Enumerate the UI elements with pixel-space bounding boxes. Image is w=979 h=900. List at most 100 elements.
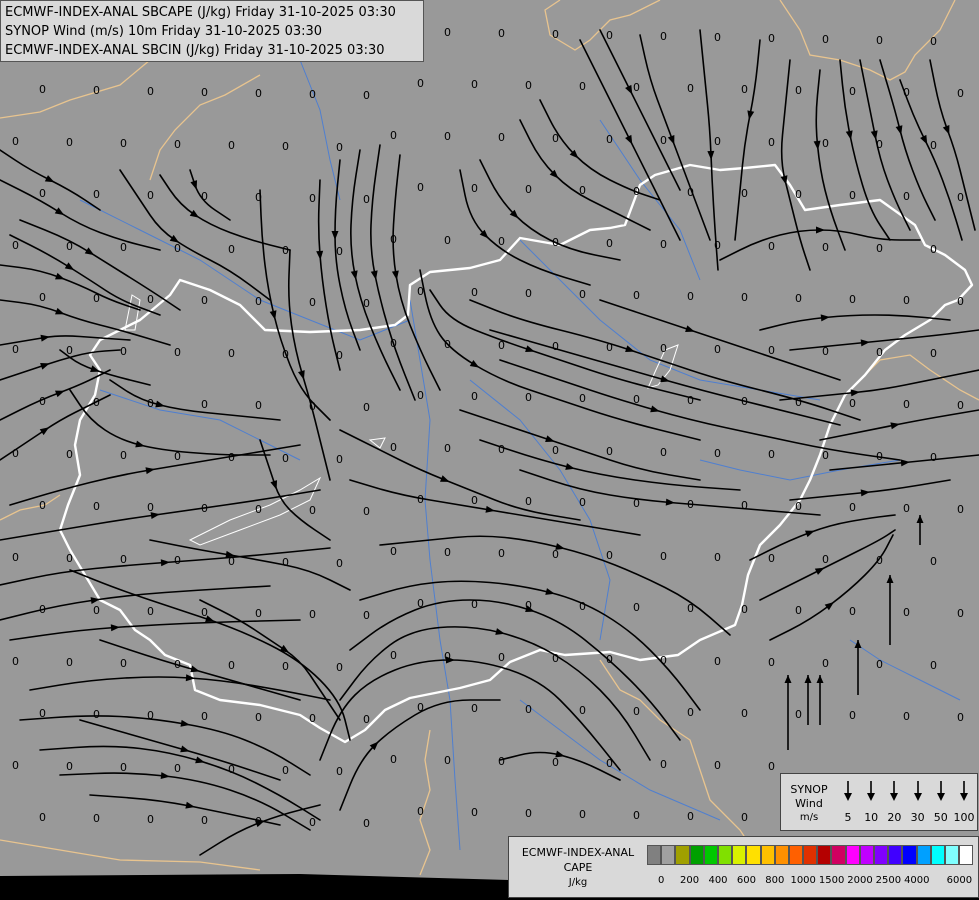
cin-value-label: 0 xyxy=(93,604,100,617)
cin-value-label: 0 xyxy=(579,808,586,821)
cin-value-label: 0 xyxy=(12,551,19,564)
cin-value-label: 0 xyxy=(876,450,883,463)
cin-value-label: 0 xyxy=(660,654,667,667)
cape-color-swatch xyxy=(874,845,889,865)
synop-legend-arrow-icon xyxy=(913,781,922,801)
cape-tick-label: 1500 xyxy=(818,875,845,886)
cin-value-label: 0 xyxy=(174,658,181,671)
cape-color-swatch xyxy=(675,845,690,865)
cin-value-label: 0 xyxy=(363,609,370,622)
cape-tick-label: 400 xyxy=(708,875,728,886)
cin-value-label: 0 xyxy=(201,294,208,307)
cin-value-label: 0 xyxy=(579,392,586,405)
cape-color-swatch xyxy=(888,845,903,865)
cin-value-label: 0 xyxy=(741,83,748,96)
cin-value-label: 0 xyxy=(444,754,451,767)
cin-value-label: 0 xyxy=(957,87,964,100)
cin-value-label: 0 xyxy=(471,598,478,611)
cin-value-label: 0 xyxy=(39,707,46,720)
cin-value-label: 0 xyxy=(390,441,397,454)
cin-value-label: 0 xyxy=(39,395,46,408)
cin-value-label: 0 xyxy=(390,649,397,662)
cin-value-label: 0 xyxy=(255,711,262,724)
cin-value-label: 0 xyxy=(174,242,181,255)
cin-value-label: 0 xyxy=(930,347,937,360)
cape-tick-label: 600 xyxy=(736,875,756,886)
cin-value-label: 0 xyxy=(471,286,478,299)
cin-value-label: 0 xyxy=(336,141,343,154)
cin-value-label: 0 xyxy=(741,395,748,408)
header-cin-title: ECMWF-INDEX-ANAL SBCIN (J/kg) Friday 31-… xyxy=(5,43,385,58)
cin-value-label: 0 xyxy=(768,552,775,565)
cin-value-label: 0 xyxy=(363,297,370,310)
cin-value-label: 0 xyxy=(309,504,316,517)
cin-value-label: 0 xyxy=(255,191,262,204)
cin-value-label: 0 xyxy=(120,241,127,254)
cin-value-label: 0 xyxy=(147,189,154,202)
cin-value-label: 0 xyxy=(687,186,694,199)
cin-value-label: 0 xyxy=(147,605,154,618)
cin-value-label: 0 xyxy=(363,713,370,726)
cin-value-label: 0 xyxy=(309,192,316,205)
cin-value-label: 0 xyxy=(174,138,181,151)
cin-value-label: 0 xyxy=(228,659,235,672)
synop-legend-speed: 10 xyxy=(864,811,879,824)
cin-value-label: 0 xyxy=(417,493,424,506)
cin-value-label: 0 xyxy=(552,28,559,41)
cin-value-label: 0 xyxy=(444,130,451,143)
cin-value-label: 0 xyxy=(336,557,343,570)
cin-value-label: 0 xyxy=(471,702,478,715)
cin-value-label: 0 xyxy=(849,709,856,722)
cin-value-label: 0 xyxy=(930,243,937,256)
cin-value-label: 0 xyxy=(282,556,289,569)
cape-color-legend: ECMWF-INDEX-ANAL CAPE J/kg 0 200 400 600 800… xyxy=(508,836,979,898)
cin-value-label: 0 xyxy=(579,600,586,613)
cin-value-label: 0 xyxy=(66,344,73,357)
cin-value-label: 0 xyxy=(822,553,829,566)
cin-value-label: 0 xyxy=(282,140,289,153)
synop-legend-arrow-icon xyxy=(936,781,945,801)
cin-value-label: 0 xyxy=(174,762,181,775)
synop-legend-item: 50 xyxy=(930,780,952,824)
cin-value-label: 0 xyxy=(525,807,532,820)
cin-value-label: 0 xyxy=(498,755,505,768)
cin-value-label: 0 xyxy=(390,753,397,766)
cin-value-label: 0 xyxy=(255,399,262,412)
cape-legend-unit: J/kg xyxy=(568,877,588,888)
cin-value-label: 0 xyxy=(147,397,154,410)
cin-value-label: 0 xyxy=(714,135,721,148)
cin-value-label: 0 xyxy=(849,501,856,514)
cin-value-label: 0 xyxy=(201,606,208,619)
cape-legend-title-line1: ECMWF-INDEX-ANAL xyxy=(521,846,635,859)
cin-value-label: 0 xyxy=(795,604,802,617)
synop-legend-item: 30 xyxy=(907,780,929,824)
cin-value-label: 0 xyxy=(39,83,46,96)
cin-value-label: 0 xyxy=(930,451,937,464)
cin-value-label: 0 xyxy=(390,233,397,246)
cin-value-label: 0 xyxy=(498,651,505,664)
cin-value-label: 0 xyxy=(741,187,748,200)
cin-value-label: 0 xyxy=(552,132,559,145)
cin-value-label: 0 xyxy=(552,652,559,665)
cin-value-label: 0 xyxy=(606,549,613,562)
synop-legend-title-line3: m/s xyxy=(799,812,819,823)
cape-tick-label: 4000 xyxy=(904,875,930,886)
cin-value-label: 0 xyxy=(903,606,910,619)
cape-color-swatch xyxy=(845,845,860,865)
cin-value-label: 0 xyxy=(579,288,586,301)
cin-value-label: 0 xyxy=(660,758,667,771)
cin-value-label: 0 xyxy=(93,708,100,721)
cape-tick-label: 1000 xyxy=(790,875,816,886)
cin-value-label: 0 xyxy=(147,813,154,826)
cin-value-label: 0 xyxy=(714,239,721,252)
cin-value-label: 0 xyxy=(687,810,694,823)
cin-value-label: 0 xyxy=(633,705,640,718)
cin-value-label: 0 xyxy=(471,806,478,819)
cin-value-label: 0 xyxy=(120,761,127,774)
cin-value-label: 0 xyxy=(930,659,937,672)
cin-value-label: 0 xyxy=(444,442,451,455)
cin-value-label: 0 xyxy=(525,703,532,716)
cin-value-label: 0 xyxy=(120,345,127,358)
cin-value-label: 0 xyxy=(228,347,235,360)
synop-legend-item: 5 xyxy=(837,780,859,824)
